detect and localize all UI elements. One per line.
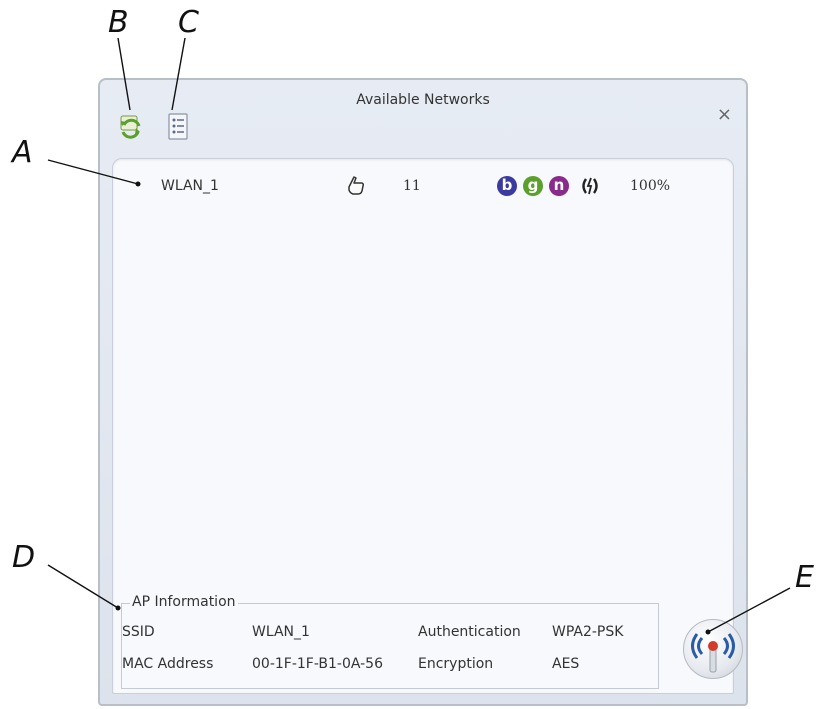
network-list-panel: WLAN_1 11 b g n 100% AP Information SSID…: [112, 158, 743, 694]
list-icon: [168, 113, 188, 140]
mode-n-badge: n: [549, 176, 569, 196]
refresh-button[interactable]: [118, 112, 144, 142]
mac-address-value: 00-1F-1F-B1-0A-56: [252, 656, 383, 672]
connect-button[interactable]: [683, 619, 743, 679]
mac-address-label: MAC Address: [122, 656, 214, 672]
network-row-wlan-1[interactable]: WLAN_1 11 b g n 100%: [133, 175, 713, 197]
list-button[interactable]: [166, 112, 192, 142]
encryption-value: AES: [552, 656, 580, 672]
mode-b-badge: b: [497, 176, 517, 196]
close-button[interactable]: ×: [717, 104, 732, 125]
window-title: Available Networks: [356, 92, 490, 108]
ap-information-group: AP Information SSID WLAN_1 Authenticatio…: [121, 594, 659, 689]
callout-e: E: [795, 560, 814, 595]
network-channel: 11: [403, 178, 421, 194]
callout-a: A: [12, 135, 33, 170]
ap-information-title: AP Information: [130, 594, 238, 610]
callout-d: D: [12, 540, 36, 575]
antenna-signal-icon: [691, 633, 735, 673]
ssid-value: WLAN_1: [252, 624, 310, 640]
refresh-icon: [120, 115, 141, 139]
authentication-value: WPA2-PSK: [552, 624, 624, 640]
network-signal-strength: 100%: [630, 178, 671, 194]
encryption-label: Encryption: [418, 656, 494, 672]
callout-b: B: [108, 5, 129, 40]
secure-link-icon: [582, 177, 598, 195]
mode-g-badge: g: [523, 176, 543, 196]
network-ssid: WLAN_1: [161, 178, 219, 194]
titlebar: Available Networks ×: [100, 80, 746, 154]
available-networks-window: Available Networks × WLAN_1 11 b g n 100…: [98, 78, 748, 706]
ssid-label: SSID: [122, 624, 155, 640]
hand-pointer-icon: [348, 176, 365, 195]
authentication-label: Authentication: [418, 624, 521, 640]
callout-c: C: [178, 5, 199, 40]
